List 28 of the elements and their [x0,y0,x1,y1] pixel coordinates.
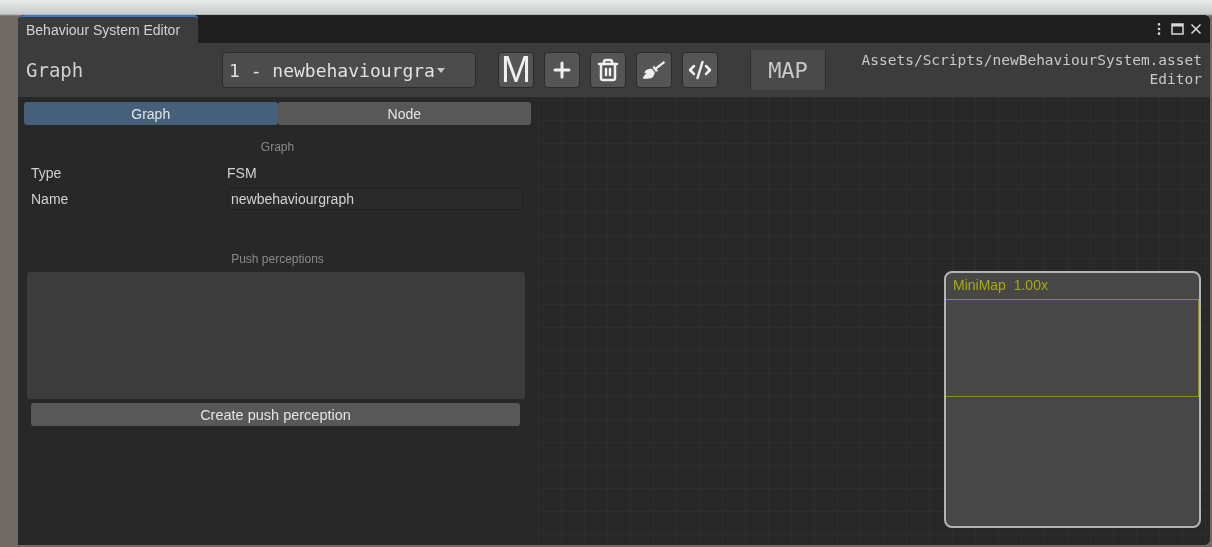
maximize-icon[interactable] [1171,23,1184,35]
caret-icon [436,67,445,73]
field-label: Name [31,191,70,207]
panel-tab[interactable]: Graph [24,102,278,125]
asset-path: Assets/Scripts/newBehaviourSystem.asset [861,51,1202,70]
delete-button[interactable] [590,52,626,88]
graph-canvas[interactable]: MiniMap 1.00x [538,97,1210,545]
field-value: FSM [227,165,257,181]
window-tab[interactable]: Behaviour System Editor [18,15,199,43]
asset-mode: Editor [1149,70,1202,89]
name-input[interactable]: newbehaviourgraph [227,188,523,210]
add-button[interactable] [544,52,580,88]
minimap-title: MiniMap 1.00x [952,276,1049,295]
m-button[interactable]: M [498,52,534,88]
close-icon[interactable] [1188,21,1204,37]
broom-icon [643,59,665,81]
code-button[interactable] [682,52,718,88]
toolbar-title: Graph [26,59,85,81]
code-icon [688,58,712,82]
create-button[interactable]: Create push perception [31,403,520,426]
broom-button[interactable] [636,52,672,88]
map-button[interactable]: MAP [750,50,826,90]
trash-icon [596,58,620,82]
section-title: Graph [259,140,296,154]
field-label: Type [31,165,63,181]
panel-tab[interactable]: Node [277,102,531,125]
list-title: Push perceptions [230,252,325,266]
graph-dropdown[interactable]: 1 - newbehaviourgra [222,52,476,88]
